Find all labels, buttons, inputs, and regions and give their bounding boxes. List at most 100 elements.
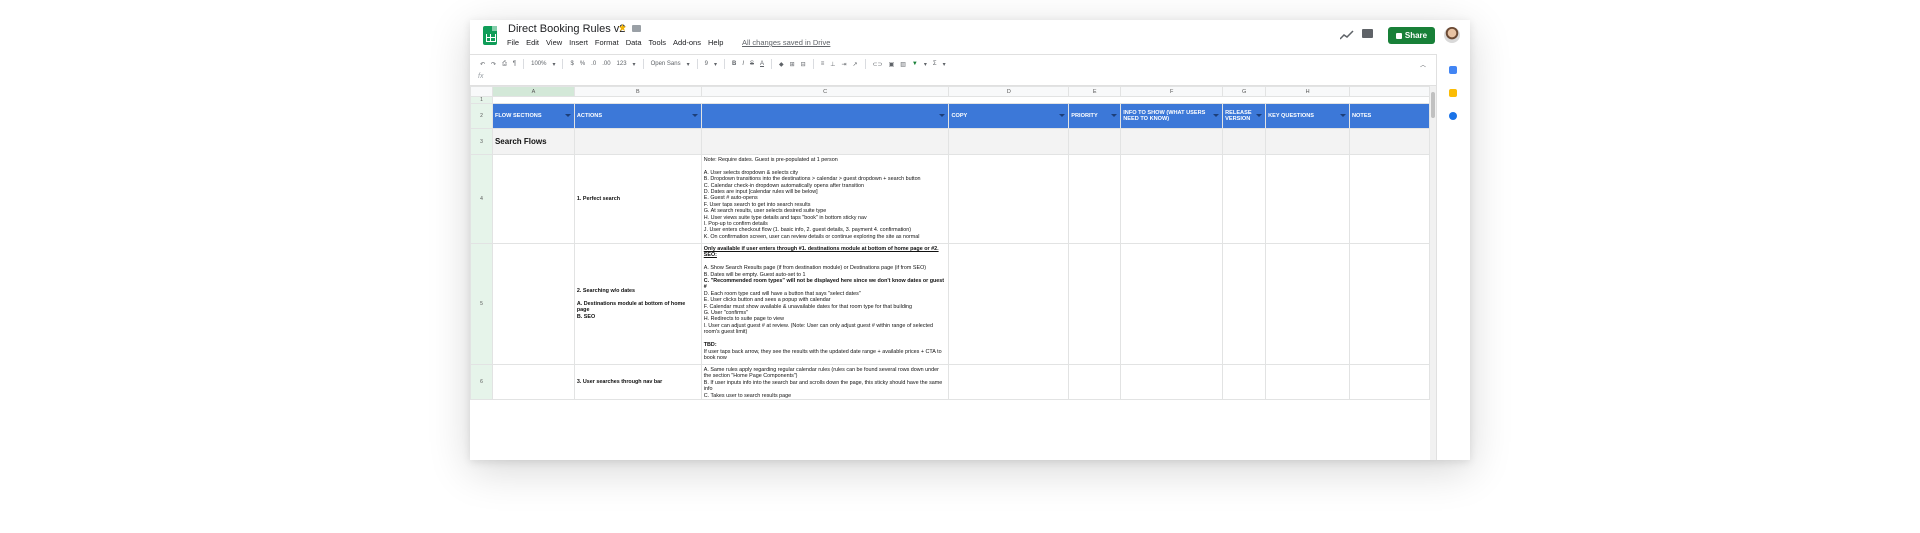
comment-icon[interactable] [1362,29,1373,38]
row-header[interactable]: 3 [470,128,493,155]
menu-edit[interactable]: Edit [526,38,539,50]
table-cell[interactable] [1120,128,1224,155]
header-copy[interactable]: COPY [948,103,1070,129]
insert-link-icon[interactable]: ⊂⊃ [873,61,883,68]
scrollbar-thumb[interactable] [1431,92,1435,118]
redo-icon[interactable]: ↷ [491,61,496,68]
header-priority[interactable]: PRIORITY [1068,103,1122,129]
borders-icon[interactable]: ⊞ [790,61,795,68]
table-cell[interactable] [573,128,702,155]
filter-dropdown-icon[interactable] [939,114,946,117]
filter-dropdown-icon[interactable] [1111,114,1118,117]
header-actions-detail[interactable] [700,103,950,129]
column-header-c[interactable]: C [700,86,950,97]
italic-button[interactable]: I [742,61,744,67]
undo-icon[interactable]: ↶ [480,61,485,68]
filter-dropdown-icon[interactable] [691,114,698,117]
menu-addons[interactable]: Add-ons [673,38,701,50]
flow-cell[interactable]: 2. Searching w/o dates A. Destinations m… [573,243,702,365]
insert-chart-icon[interactable]: ▥ [900,61,906,68]
actions-cell[interactable]: Note: Require dates. Guest is pre-popula… [700,154,950,244]
column-header-f[interactable]: F [1120,86,1224,97]
share-button[interactable]: Share [1388,27,1435,44]
row-header[interactable]: 2 [470,103,493,129]
activity-trend-icon[interactable] [1340,30,1354,40]
menu-file[interactable]: File [507,38,519,50]
column-header-a[interactable]: A [491,86,575,97]
filter-dropdown-icon[interactable] [1340,114,1347,117]
font-family-select[interactable]: Open Sans [651,61,681,67]
avatar[interactable] [1444,27,1460,43]
star-icon[interactable]: ★ [618,23,627,34]
actions-cell[interactable]: A. Same rules apply regarding regular ca… [700,363,950,401]
table-cell[interactable] [948,154,1070,244]
select-all-corner[interactable] [470,86,493,97]
menu-data[interactable]: Data [626,38,642,50]
table-cell[interactable] [700,128,950,155]
menu-help[interactable]: Help [708,38,723,50]
sheets-logo-icon[interactable] [483,26,497,45]
menu-view[interactable]: View [546,38,562,50]
header-key-questions[interactable]: KEY QUESTIONS [1265,103,1351,129]
header-actions[interactable]: ACTIONS [573,103,702,129]
keep-icon[interactable] [1449,89,1457,97]
vertical-align-icon[interactable]: ⊥ [830,61,835,68]
save-status-link[interactable]: All changes saved in Drive [742,38,830,47]
table-cell[interactable] [1120,363,1224,401]
row-header[interactable]: 6 [470,363,493,401]
table-cell[interactable] [1265,128,1351,155]
row-header[interactable]: 5 [470,243,493,365]
table-cell[interactable] [1349,154,1430,244]
table-cell[interactable] [1349,243,1430,365]
table-cell[interactable] [1265,243,1351,365]
table-cell[interactable] [948,128,1070,155]
calendar-icon[interactable] [1449,66,1457,74]
more-formats-select[interactable]: 123 [617,61,627,67]
text-color-button[interactable]: A [760,61,764,67]
table-cell[interactable] [1222,363,1267,401]
vertical-scrollbar[interactable] [1430,86,1436,460]
table-cell[interactable] [1265,154,1351,244]
table-cell[interactable] [1068,128,1122,155]
row-header[interactable]: 4 [470,154,493,244]
menu-insert[interactable]: Insert [569,38,588,50]
text-rotation-icon[interactable]: ↗ [852,61,857,68]
formula-bar[interactable]: fx [470,72,1436,86]
header-release-version[interactable]: RELEASE VERSION [1222,103,1267,129]
decrease-decimal-button[interactable]: .0 [591,61,596,67]
flow-cell[interactable]: 3. User searches through nav bar [573,363,702,401]
table-cell[interactable] [1068,243,1122,365]
table-cell[interactable]: Search Flows [491,128,575,155]
row-header[interactable]: 1 [470,96,493,104]
print-icon[interactable]: ⎙ [502,61,507,68]
table-cell[interactable] [491,243,575,365]
increase-decimal-button[interactable]: .00 [602,61,610,67]
column-header-g[interactable]: G [1222,86,1267,97]
folder-icon[interactable] [632,25,641,32]
bold-button[interactable]: B [732,61,736,67]
filter-icon[interactable]: ▼ [912,61,918,67]
filter-dropdown-icon[interactable] [564,114,571,117]
header-flow-sections[interactable]: FLOW SECTIONS [491,103,575,129]
column-header-e[interactable]: E [1068,86,1122,97]
filter-dropdown-icon[interactable] [1256,114,1263,117]
font-size-select[interactable]: 9 [705,61,708,67]
table-cell[interactable] [491,96,1430,104]
percent-format-button[interactable]: % [580,61,585,67]
text-wrap-icon[interactable]: ⇥ [841,61,846,68]
table-cell[interactable] [1120,243,1224,365]
header-info-to-show[interactable]: INFO TO SHOW (WHAT USERS NEED TO KNOW) [1120,103,1224,129]
table-cell[interactable] [948,363,1070,401]
table-cell[interactable] [1265,363,1351,401]
column-header-d[interactable]: D [948,86,1070,97]
table-cell[interactable] [1068,154,1122,244]
header-notes[interactable]: NOTES [1349,103,1430,129]
menu-format[interactable]: Format [595,38,619,50]
tasks-icon[interactable] [1449,112,1457,120]
strikethrough-button[interactable]: S [750,61,754,67]
document-title[interactable]: Direct Booking Rules v2 [508,23,625,35]
table-cell[interactable] [1349,128,1430,155]
table-cell[interactable] [1349,363,1430,401]
fill-color-icon[interactable]: ◆ [779,61,784,68]
table-cell[interactable] [1222,128,1267,155]
